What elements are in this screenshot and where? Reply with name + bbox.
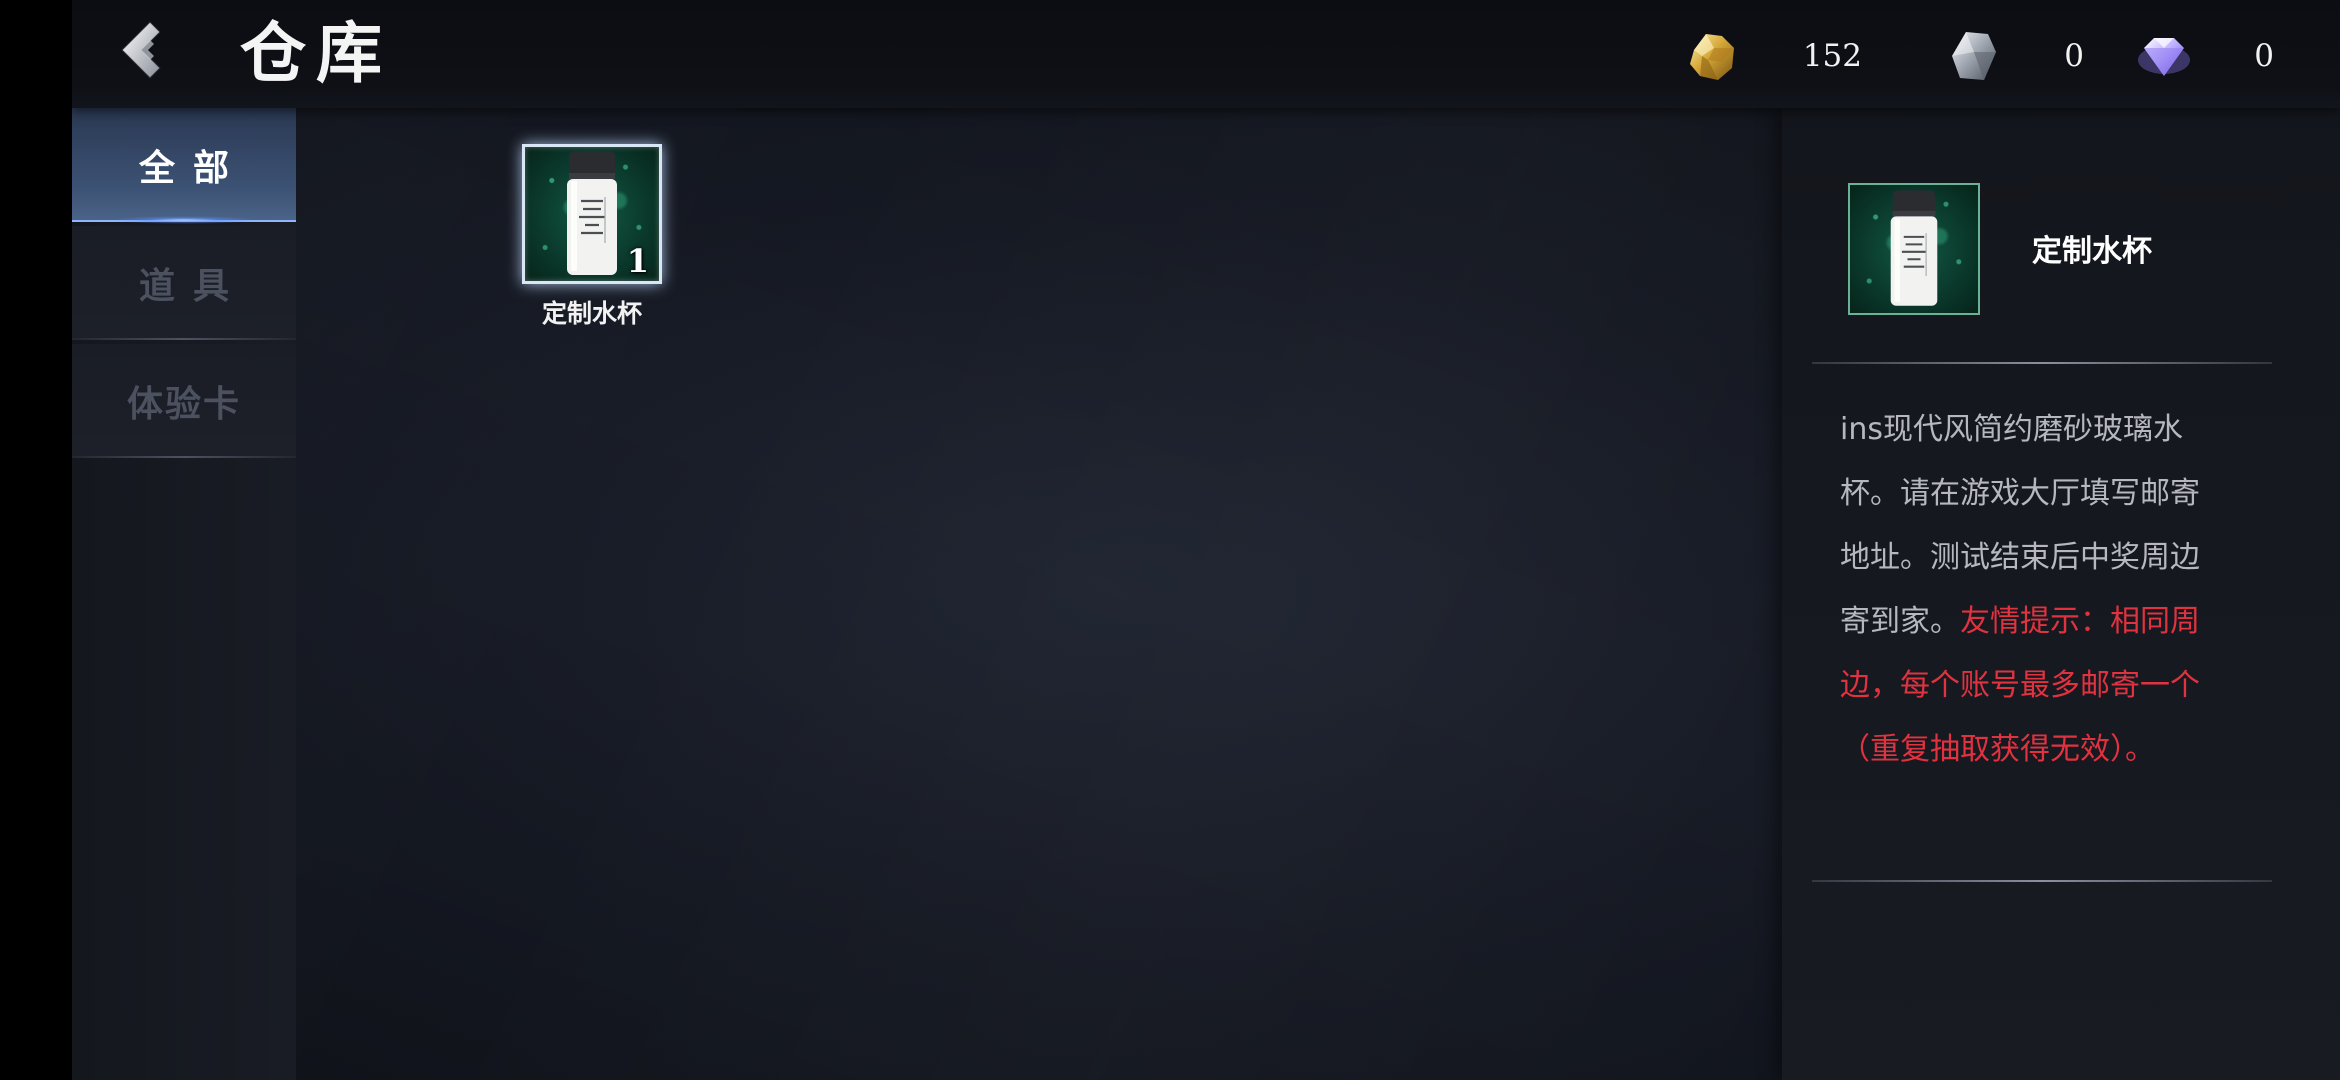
- diamond-icon: [2138, 38, 2190, 76]
- gold-ore-icon: [1690, 34, 1734, 80]
- silver-crystal-icon: [1952, 32, 1996, 80]
- gold-amount: 152: [1802, 38, 1862, 74]
- back-button[interactable]: [110, 16, 180, 86]
- item-count: 1: [626, 242, 649, 280]
- inventory-item-slot[interactable]: 1: [522, 144, 662, 284]
- item-detail-panel: 定制水杯 ins现代风简约磨砂玻璃水杯。请在游戏大厅填写邮寄地址。测试结束后中奖…: [1782, 108, 2340, 1080]
- detail-item-name: 定制水杯: [2032, 234, 2152, 269]
- detail-description: ins现代风简约磨砂玻璃水杯。请在游戏大厅填写邮寄地址。测试结束后中奖周边寄到家…: [1840, 398, 2226, 782]
- tab-trial-cards[interactable]: 体验卡: [72, 344, 296, 458]
- page-title: 仓库: [240, 14, 392, 92]
- tab-items-label: 道具: [138, 265, 247, 307]
- diamond-amount: 0: [2254, 38, 2274, 74]
- back-arrow-icon: [121, 21, 161, 79]
- item-thumbnail: 1: [522, 144, 662, 284]
- tab-all[interactable]: 全部: [72, 108, 296, 224]
- screen: 仓库 152 0 0 全部 道具 体验卡 1 定制水杯 定制水杯 ins现代风简…: [0, 0, 2340, 1080]
- item-name-label: 定制水杯: [541, 299, 642, 328]
- water-bottle-icon: [567, 151, 617, 275]
- warehouse-screen: 仓库 152 0 0 全部 道具 体验卡 1 定制水杯 定制水杯 ins现代风简…: [72, 0, 2340, 1080]
- water-bottle-icon: [1890, 190, 1938, 306]
- currency-diamond: 0: [2062, 26, 2282, 86]
- tab-all-label: 全部: [138, 147, 247, 189]
- top-bar: 仓库 152 0 0: [72, 0, 2340, 108]
- tab-items[interactable]: 道具: [72, 226, 296, 340]
- detail-divider-bottom: [1812, 880, 2272, 882]
- category-sidebar: 全部 道具 体验卡: [72, 108, 296, 1080]
- currency-silver: 0: [1872, 26, 2092, 86]
- detail-item-thumbnail: [1848, 183, 1980, 315]
- tab-trial-cards-label: 体验卡: [126, 383, 241, 425]
- detail-divider-top: [1812, 362, 2272, 364]
